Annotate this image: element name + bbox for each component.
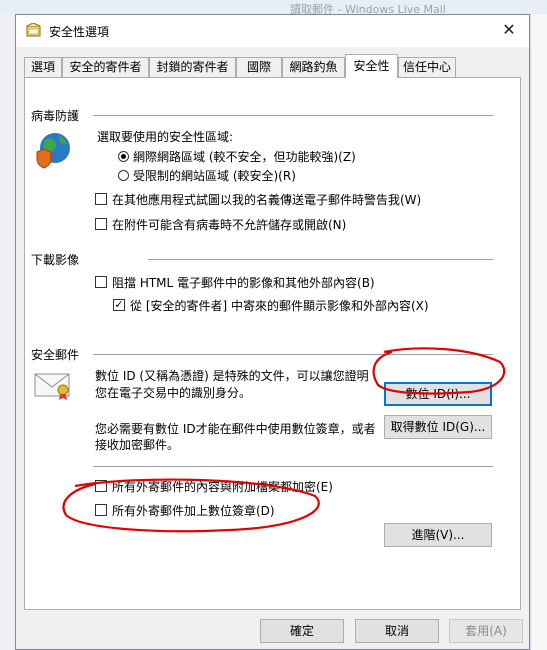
block-images-checkbox[interactable] bbox=[95, 276, 107, 288]
download-images-title: 下載影像 bbox=[31, 253, 80, 267]
security-options-dialog: 安全性選項 ✕ 選項 安全的寄件者 封鎖的寄件者 國際 網路釣魚 安全性 信任中… bbox=[15, 14, 530, 650]
advanced-button[interactable]: 進階(V)... bbox=[384, 523, 492, 547]
digital-id-description-line1: 數位 ID (又稱為憑證) 是特殊的文件，可以讓您證明 bbox=[95, 369, 369, 383]
block-attachments-checkbox[interactable] bbox=[95, 218, 107, 230]
tab-trust-center[interactable]: 信任中心 bbox=[398, 57, 456, 77]
sign-all-label: 所有外寄郵件加上數位簽章(D) bbox=[112, 504, 275, 518]
virus-protection-title: 病毒防護 bbox=[31, 109, 80, 123]
dialog-titlebar: 安全性選項 ✕ bbox=[16, 15, 529, 47]
tab-security[interactable]: 安全性 bbox=[345, 54, 398, 78]
get-digital-id-button[interactable]: 取得數位 ID(G)... bbox=[384, 415, 492, 439]
secure-mail-title: 安全郵件 bbox=[31, 348, 80, 362]
encrypt-all-label: 所有外寄郵件的內容與附加檔案都加密(E) bbox=[112, 480, 333, 494]
section-divider bbox=[93, 354, 493, 355]
certificate-envelope-icon bbox=[34, 373, 70, 400]
close-button[interactable]: ✕ bbox=[489, 15, 529, 47]
warn-other-apps-label: 在其他應用程式試圖以我的名義傳送電子郵件時警告我(W) bbox=[112, 193, 422, 207]
background-title-strip: 讀取郵件 - Windows Live Mail bbox=[0, 0, 547, 16]
block-images-label: 阻擋 HTML 電子郵件中的影像和其他外部內容(B) bbox=[112, 276, 375, 290]
internet-zone-radio[interactable] bbox=[118, 151, 129, 162]
close-icon: ✕ bbox=[502, 20, 516, 39]
globe-shield-icon bbox=[36, 133, 70, 169]
ok-button[interactable]: 確定 bbox=[260, 619, 344, 643]
restricted-zone-label: 受限制的網站區域 (較安全)(R) bbox=[133, 169, 296, 183]
tab-international[interactable]: 國際 bbox=[236, 57, 282, 77]
restricted-zone-radio[interactable] bbox=[118, 170, 129, 181]
security-tab-panel: 病毒防護 選取要使用的安全性區域: 網際網路區域 (較不安全，但功能較強)(Z)… bbox=[24, 77, 521, 610]
block-attachments-label: 在附件可能含有病毒時不允許儲存或開啟(N) bbox=[112, 218, 347, 232]
section-divider bbox=[148, 259, 493, 260]
tab-options[interactable]: 選項 bbox=[24, 57, 62, 77]
show-safe-senders-images-checkbox[interactable]: ✓ bbox=[113, 299, 125, 311]
tab-blocked-senders[interactable]: 封鎖的寄件者 bbox=[149, 57, 236, 77]
apply-button[interactable]: 套用(A) bbox=[449, 619, 523, 643]
background-left-pane bbox=[0, 14, 16, 650]
digital-id-description-line2: 您在電子交易中的識別身分。 bbox=[95, 386, 252, 400]
tab-safe-senders[interactable]: 安全的寄件者 bbox=[62, 57, 149, 77]
internet-zone-label: 網際網路區域 (較不安全，但功能較強)(Z) bbox=[133, 150, 356, 164]
digital-id-button[interactable]: 數位 ID(I)... bbox=[384, 382, 492, 406]
section-divider bbox=[93, 115, 493, 116]
encrypt-all-checkbox[interactable] bbox=[95, 480, 107, 492]
section-divider bbox=[93, 466, 493, 467]
background-right-pane bbox=[530, 14, 547, 650]
sign-all-checkbox[interactable] bbox=[95, 504, 107, 516]
mail-options-icon bbox=[26, 23, 41, 37]
cancel-button[interactable]: 取消 bbox=[355, 619, 439, 643]
show-safe-senders-images-label: 從 [安全的寄件者] 中寄來的郵件顯示影像和外部內容(X) bbox=[130, 299, 429, 313]
need-id-description-line2: 接收加密郵件。 bbox=[95, 438, 180, 452]
warn-other-apps-checkbox[interactable] bbox=[95, 193, 107, 205]
zone-prompt-label: 選取要使用的安全性區域: bbox=[97, 130, 234, 144]
dialog-title: 安全性選項 bbox=[49, 25, 110, 39]
need-id-description-line1: 您必需要有數位 ID才能在郵件中使用數位簽章，或者 bbox=[95, 422, 376, 436]
tab-phishing[interactable]: 網路釣魚 bbox=[282, 57, 345, 77]
